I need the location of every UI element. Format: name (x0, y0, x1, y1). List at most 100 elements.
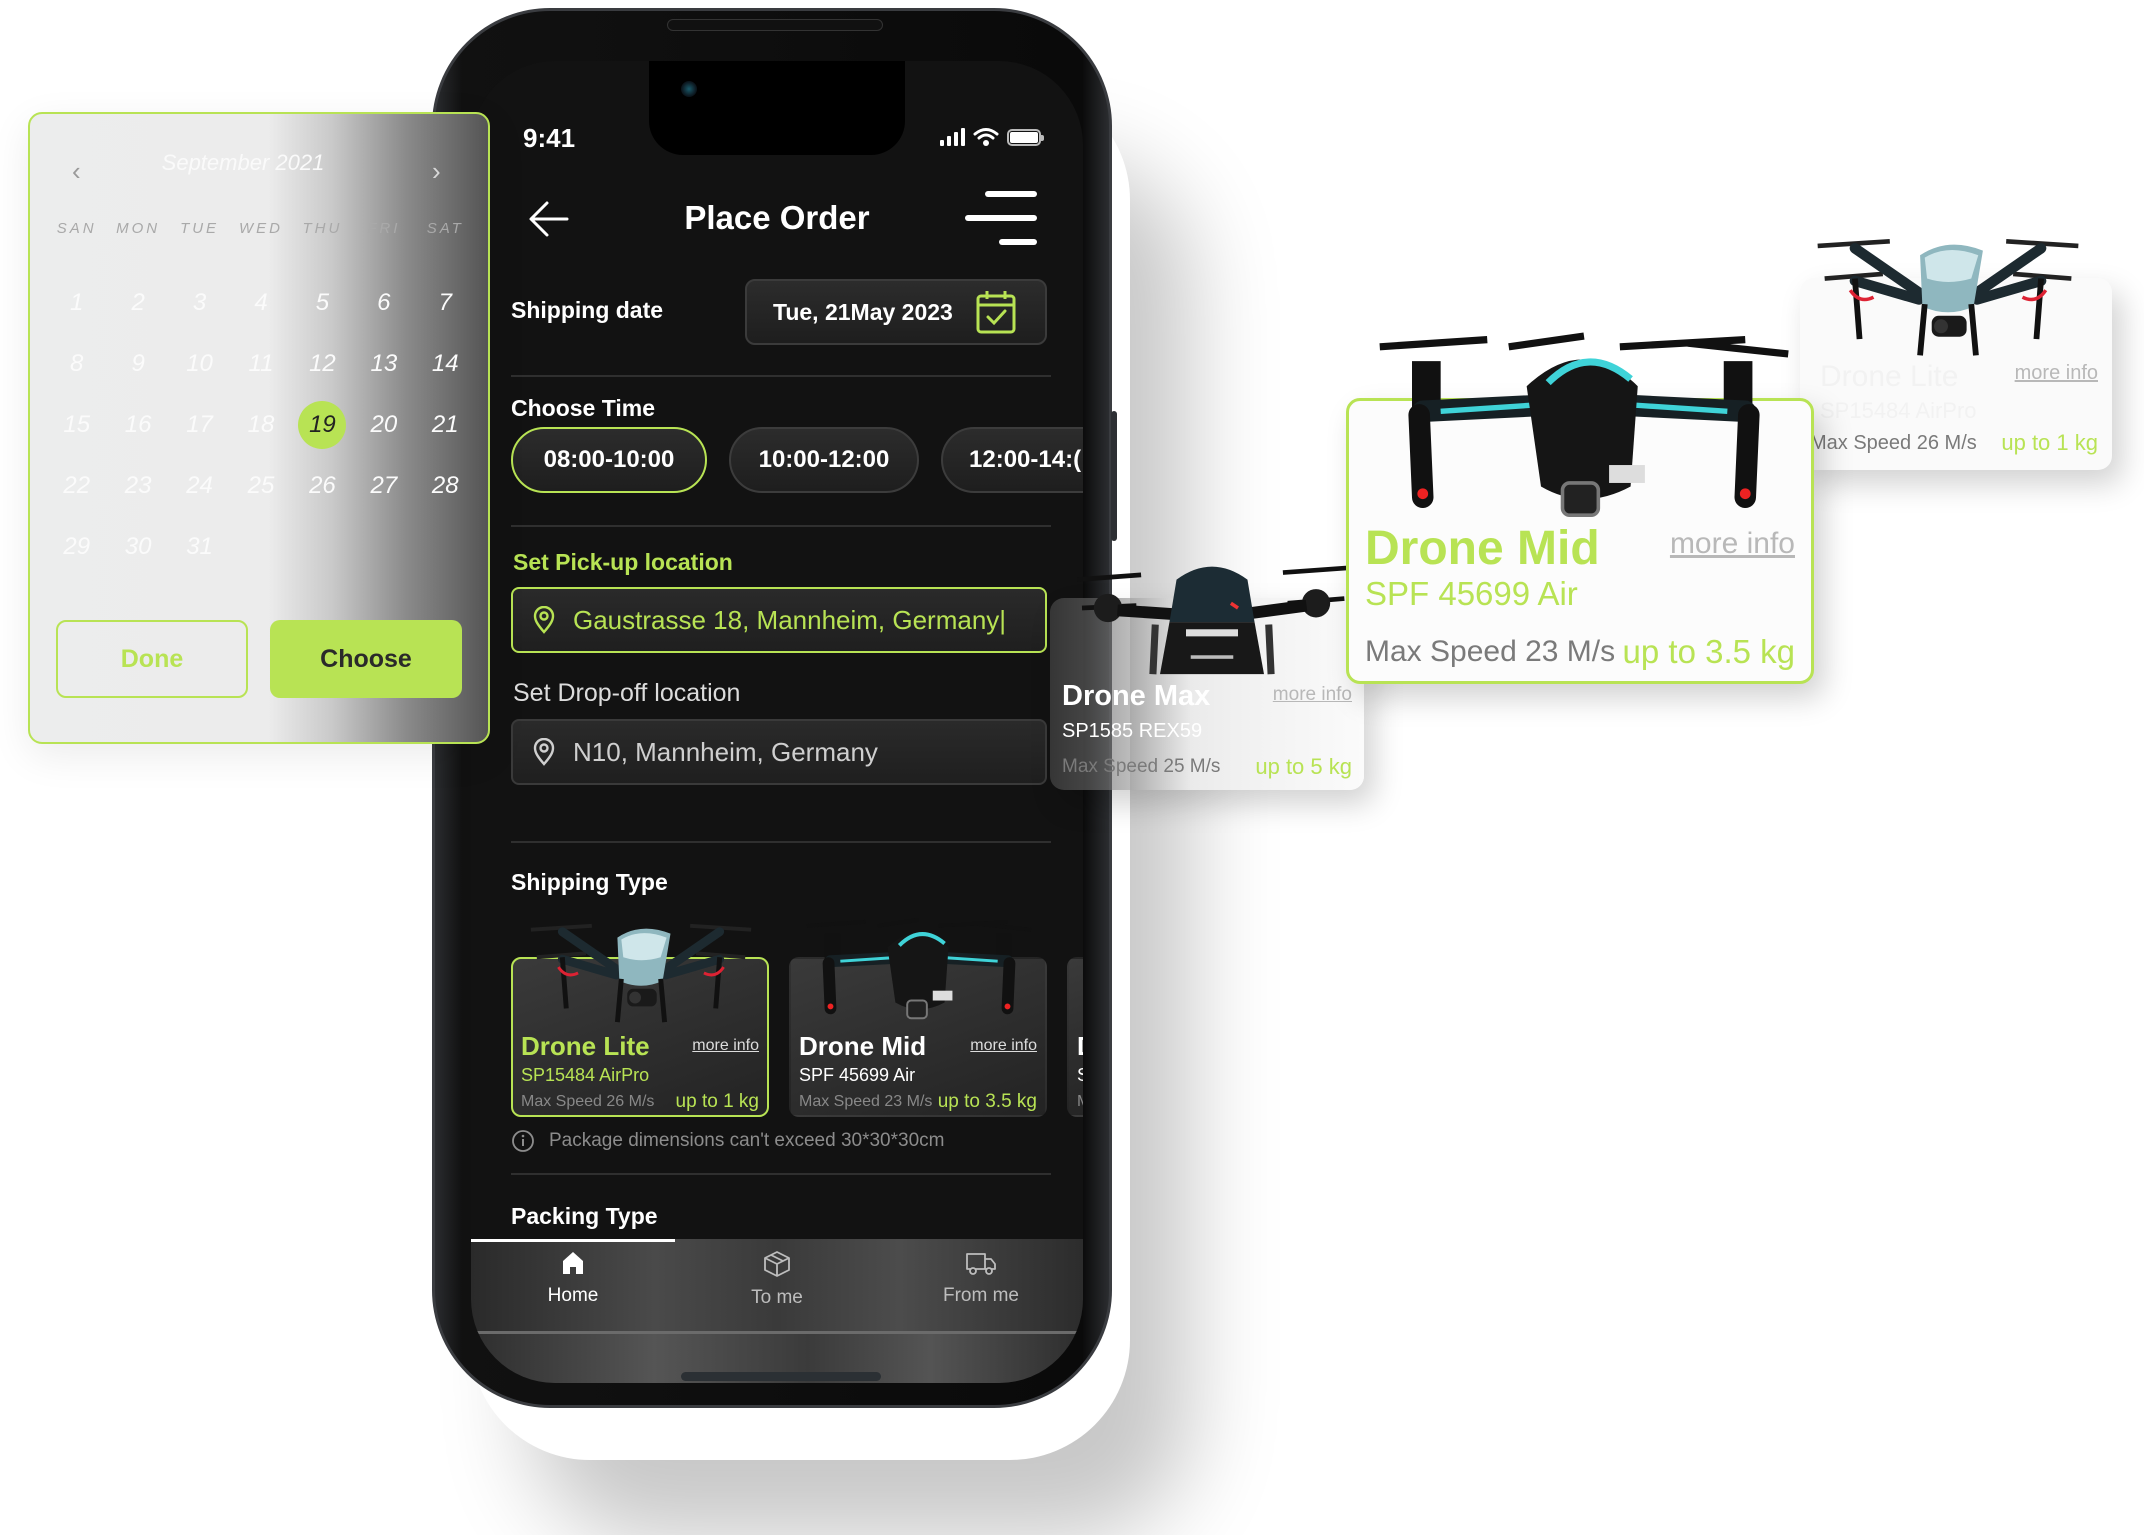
weekday-label: SAT (426, 220, 464, 237)
shipping-card-drone-max[interactable]: D S M (1067, 957, 1083, 1117)
calendar-day[interactable]: 18 (230, 394, 291, 455)
tab-from-me[interactable]: From me (879, 1249, 1083, 1307)
floating-card-drone-lite[interactable]: Drone Lite more info SP15484 AirPro Max … (1800, 278, 2112, 470)
calendar-day[interactable]: 22 (46, 455, 107, 516)
card-capacity: up to 1 kg (675, 1091, 759, 1112)
dropoff-location-value: N10, Mannheim, Germany (573, 736, 878, 767)
day-number: 6 (377, 288, 391, 316)
calendar-day[interactable]: 7 (415, 272, 476, 333)
calendar-day[interactable]: 10 (169, 333, 230, 394)
calendar-day[interactable]: 20 (353, 394, 414, 455)
weekday-label: THU (302, 220, 343, 237)
card-speed: Max Speed 26 M/s (521, 1093, 655, 1110)
tab-home[interactable]: Home (471, 1249, 675, 1307)
more-info-link[interactable]: more info (1670, 527, 1795, 561)
calendar-day[interactable]: 28 (415, 455, 476, 516)
battery-icon (1007, 128, 1044, 146)
calendar-day[interactable]: 1 (46, 272, 107, 333)
divider (511, 1173, 1051, 1175)
day-number: 12 (309, 349, 336, 377)
packing-type-label: Packing Type (511, 1203, 658, 1229)
chevron-right-icon[interactable]: › (432, 156, 441, 187)
time-chip-1200-1400[interactable]: 12:00-14:( (941, 427, 1083, 493)
package-note: Package dimensions can't exceed 30*30*30… (511, 1129, 944, 1153)
calendar-day[interactable]: 24 (169, 455, 230, 516)
day-number: 23 (124, 471, 152, 499)
more-info-link[interactable]: more info (2015, 362, 2098, 385)
status-icons (940, 127, 1044, 147)
time-chip-0800-1000[interactable]: 08:00-10:00 (511, 427, 707, 493)
day-number: 25 (247, 471, 275, 499)
day-number: 8 (70, 349, 84, 377)
card-model: S (1077, 1065, 1083, 1086)
calendar-day[interactable]: 27 (353, 455, 414, 516)
tab-label: Home (547, 1285, 599, 1306)
day-number: 24 (186, 471, 213, 499)
tab-label: To me (751, 1287, 803, 1308)
calendar-day[interactable]: 21 (415, 394, 476, 455)
day-number: 21 (431, 410, 459, 438)
floating-card-drone-max[interactable]: Drone Max more info SP1585 REX59 Max Spe… (1050, 598, 1364, 790)
calendar-day[interactable]: 9 (107, 333, 168, 394)
info-icon (512, 1130, 534, 1152)
day-number: 18 (247, 410, 275, 438)
calendar-day[interactable]: 25 (230, 455, 291, 516)
dropoff-location-input[interactable]: N10, Mannheim, Germany (511, 719, 1047, 785)
calendar-day[interactable]: 17 (169, 394, 230, 455)
front-camera (681, 81, 697, 97)
calendar-day[interactable]: 29 (46, 516, 107, 577)
calendar-day[interactable]: 30 (107, 516, 168, 577)
shipping-card-drone-mid[interactable]: Drone Mid more info SPF 45699 Air Max Sp… (789, 957, 1047, 1117)
status-time: 9:41 (523, 123, 576, 153)
tab-to-me[interactable]: To me (675, 1249, 879, 1309)
more-info-link[interactable]: more info (1273, 684, 1352, 706)
calendar-day[interactable]: 15 (46, 394, 107, 455)
card-name: Drone Mid (799, 1031, 927, 1061)
calendar-day[interactable]: 11 (230, 333, 291, 394)
calendar-day[interactable]: 23 (107, 455, 168, 516)
calendar-day[interactable]: 26 (292, 455, 353, 516)
calendar-day[interactable]: 8 (46, 333, 107, 394)
day-number: 26 (309, 471, 336, 499)
weekday-label: MON (116, 220, 161, 237)
phone-frame: 9:41 Place Order Shipping date Tue, 21Ma (432, 8, 1117, 1408)
calendar-day[interactable]: 13 (353, 333, 414, 394)
calendar-day[interactable]: 5 (292, 272, 353, 333)
day-number: 19 (298, 400, 347, 449)
time-chip-1000-1200[interactable]: 10:00-12:00 (729, 427, 919, 493)
floating-card-drone-mid[interactable]: Drone Mid more info SPF 45699 Air Max Sp… (1346, 398, 1814, 684)
day-number: 15 (63, 410, 91, 438)
more-info-link[interactable]: more info (970, 1037, 1037, 1055)
card-capacity: up to 5 kg (1255, 754, 1352, 779)
more-info-link[interactable]: more info (692, 1037, 759, 1055)
calendar-grid: SAN MON TUE WED THU FRI SAT 1 2 3 4 5 6 7 8 9 10 11 12 13 14… (46, 220, 476, 577)
divider (511, 525, 1051, 527)
calendar-day[interactable]: 2 (107, 272, 168, 333)
shipping-date-field[interactable]: Tue, 21May 2023 (745, 279, 1047, 345)
calendar-day[interactable]: 14 (415, 333, 476, 394)
day-number: 20 (370, 410, 398, 438)
calendar-day-selected[interactable]: 19 (292, 394, 353, 455)
pickup-label: Set Pick-up location (513, 549, 733, 575)
done-button[interactable]: Done (56, 620, 248, 698)
day-number: 11 (248, 349, 274, 377)
menu-icon[interactable] (965, 191, 1037, 245)
calendar-day[interactable]: 6 (353, 272, 414, 333)
signal-icon (940, 128, 965, 146)
speaker-grille (667, 19, 883, 31)
calendar-day[interactable]: 12 (292, 333, 353, 394)
day-number: 17 (186, 410, 213, 438)
calendar-day[interactable]: 31 (169, 516, 230, 577)
shipping-card-drone-lite[interactable]: Drone Lite more info SP15484 AirPro Max … (511, 957, 769, 1117)
day-number: 5 (315, 288, 330, 316)
card-speed: M (1077, 1093, 1083, 1111)
calendar-day[interactable]: 3 (169, 272, 230, 333)
calendar-day[interactable]: 16 (107, 394, 168, 455)
divider (511, 375, 1051, 377)
choose-button[interactable]: Choose (270, 620, 462, 698)
calendar-day[interactable]: 4 (230, 272, 291, 333)
package-icon (764, 1251, 790, 1277)
home-indicator[interactable] (681, 1372, 881, 1381)
pickup-location-input[interactable]: Gaustrasse 18, Mannheim, Germany| (511, 587, 1047, 653)
tab-label: From me (943, 1285, 1019, 1306)
